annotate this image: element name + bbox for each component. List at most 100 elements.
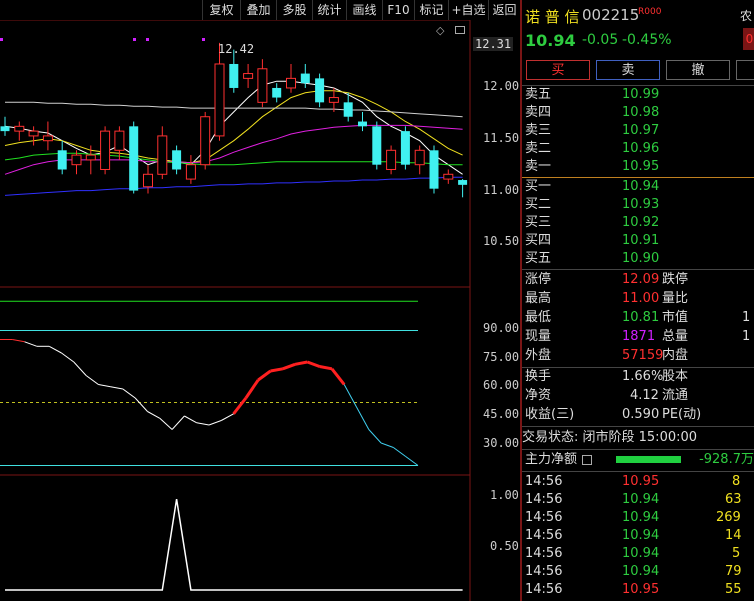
candle-body <box>14 125 25 132</box>
more-button[interactable] <box>736 60 754 80</box>
indicator-axis-label: 90.00 <box>483 321 520 335</box>
buy-order-row[interactable]: 买二 10.93 <box>522 196 754 214</box>
indicator-line-segment <box>61 352 75 363</box>
chart-toolbar: 复权 叠加 多股 统计 画线 F10 标记 +自选 返回 <box>0 0 520 20</box>
main-flow-value: -928.7万 <box>699 452 754 467</box>
indicator-line-segment <box>184 415 197 424</box>
candle-body <box>286 77 296 89</box>
sell-order-row[interactable]: 卖二 10.96 <box>522 140 754 158</box>
current-price: 10.94 <box>525 31 576 50</box>
candle-body <box>200 116 211 166</box>
tick-row: 14:56 10.94 269 <box>525 510 741 525</box>
tick-row: 14:56 10.94 5 <box>525 546 741 561</box>
f10-button[interactable]: F10 <box>382 0 414 20</box>
indicator-line-segment <box>73 361 87 376</box>
candle-body <box>214 63 225 137</box>
candle-body <box>143 173 153 188</box>
stat-row: 最高 11.00 量比 <box>525 291 689 306</box>
candle-body <box>85 154 96 161</box>
diamond-icon[interactable]: ◇ <box>436 24 444 37</box>
indicator-line-segment <box>85 375 99 385</box>
kline-chart-area[interactable]: ◇ 12.31 12.00 11.50 11.00 10.50 12.42 90… <box>0 20 520 601</box>
candle-body <box>129 126 139 191</box>
indicator-line-segment <box>380 442 394 448</box>
indicator-line-segment <box>282 362 296 371</box>
candle-body <box>414 149 425 166</box>
sell-button[interactable]: 卖 <box>596 60 660 80</box>
candle-body <box>28 130 39 137</box>
tick-row: 14:56 10.94 63 <box>525 492 742 507</box>
high-price-marker: 12.42 <box>218 42 255 56</box>
price-axis-label: 11.50 <box>483 131 520 145</box>
buy-order-row[interactable]: 买四 10.91 <box>522 232 754 250</box>
sell-order-row[interactable]: 卖四 10.98 <box>522 104 754 122</box>
fundamental-row: 收益(三) 0.590 PE(动) <box>525 407 702 422</box>
indicator-line-segment <box>330 367 346 386</box>
signal-dot <box>133 38 136 41</box>
indicator-line-segment <box>110 386 123 390</box>
sell-order-row[interactable]: 卖五 10.99 <box>522 86 754 104</box>
indicator-line-segment <box>393 447 406 457</box>
main-flow-row[interactable]: 主力净额 -928.7万 <box>522 451 754 469</box>
draw-line-button[interactable]: 画线 <box>346 0 382 20</box>
candle-body <box>300 73 310 84</box>
back-button[interactable]: 返回 <box>488 0 520 20</box>
stock-code: 002215 <box>582 6 640 24</box>
buy-order-row[interactable]: 买一 10.94 <box>522 178 754 196</box>
candle-body <box>229 63 239 88</box>
candle-body <box>0 126 10 132</box>
volume-signal-line <box>5 498 463 591</box>
buy-order-row[interactable]: 买三 10.92 <box>522 214 754 232</box>
window-icon[interactable] <box>455 26 465 34</box>
moving-average-line <box>5 101 463 118</box>
tick-row: 14:56 10.95 55 <box>525 582 742 597</box>
candle-body <box>358 121 367 127</box>
mark-button[interactable]: 标记 <box>414 0 448 20</box>
candle-body <box>114 130 125 151</box>
list-icon[interactable] <box>582 455 592 465</box>
restore-rights-button[interactable]: 复权 <box>202 0 240 20</box>
indicator-line-segment <box>343 384 357 408</box>
stock-name: 诺 普 信 <box>525 8 580 26</box>
indicator-line-segment <box>270 367 284 373</box>
indicator-line-segment <box>244 379 260 399</box>
candle-body <box>343 102 353 117</box>
indicator-line-segment <box>122 388 136 399</box>
stat-row: 外盘 57159 内盘 <box>525 348 689 363</box>
tick-row: 14:56 10.95 8 <box>525 474 741 489</box>
add-watchlist-button[interactable]: +自选 <box>448 0 488 20</box>
indicator-line-segment <box>24 341 38 347</box>
buy-button[interactable]: 买 <box>526 60 590 80</box>
buy-order-row[interactable]: 买五 10.90 <box>522 250 754 268</box>
indicator-line-segment <box>196 422 210 426</box>
statistics-button[interactable]: 统计 <box>312 0 346 20</box>
sell-order-row[interactable]: 卖一 10.95 <box>522 158 754 176</box>
multi-stock-button[interactable]: 多股 <box>276 0 312 20</box>
cancel-order-button[interactable]: 撤 <box>666 60 730 80</box>
moving-average-line <box>4 176 463 196</box>
indicator-line-segment <box>257 369 272 382</box>
indicator-line-segment <box>232 397 248 415</box>
corner-label: 农 <box>740 9 753 23</box>
main-flow-bar <box>616 456 681 463</box>
indicator-axis-label: 45.00 <box>483 407 520 421</box>
candle-body <box>443 173 454 180</box>
indicator-axis-label: 30.00 <box>483 436 520 450</box>
candle-body <box>172 150 182 170</box>
kline-chart[interactable] <box>0 20 520 601</box>
indicator-line-segment <box>159 417 173 430</box>
indicator-axis-label: 75.00 <box>483 350 520 364</box>
indicator-line-segment <box>12 339 25 343</box>
price-axis-label: 10.50 <box>483 234 520 248</box>
stat-row: 涨停 12.09 跌停 <box>525 272 689 287</box>
overlay-button[interactable]: 叠加 <box>240 0 276 20</box>
stock-badge: R000 <box>638 7 662 17</box>
corner-badge: 0 <box>743 28 754 50</box>
price-axis-top-label: 12.31 <box>473 37 514 51</box>
volume-axis-label: 0.50 <box>490 539 519 553</box>
fundamental-row: 换手 1.66% 股本 <box>525 369 689 384</box>
candle-body <box>429 150 439 189</box>
indicator-line-segment <box>405 456 419 466</box>
trade-status: 交易状态: 闭市阶段 15:00:00 <box>522 430 698 445</box>
sell-order-row[interactable]: 卖三 10.97 <box>522 122 754 140</box>
